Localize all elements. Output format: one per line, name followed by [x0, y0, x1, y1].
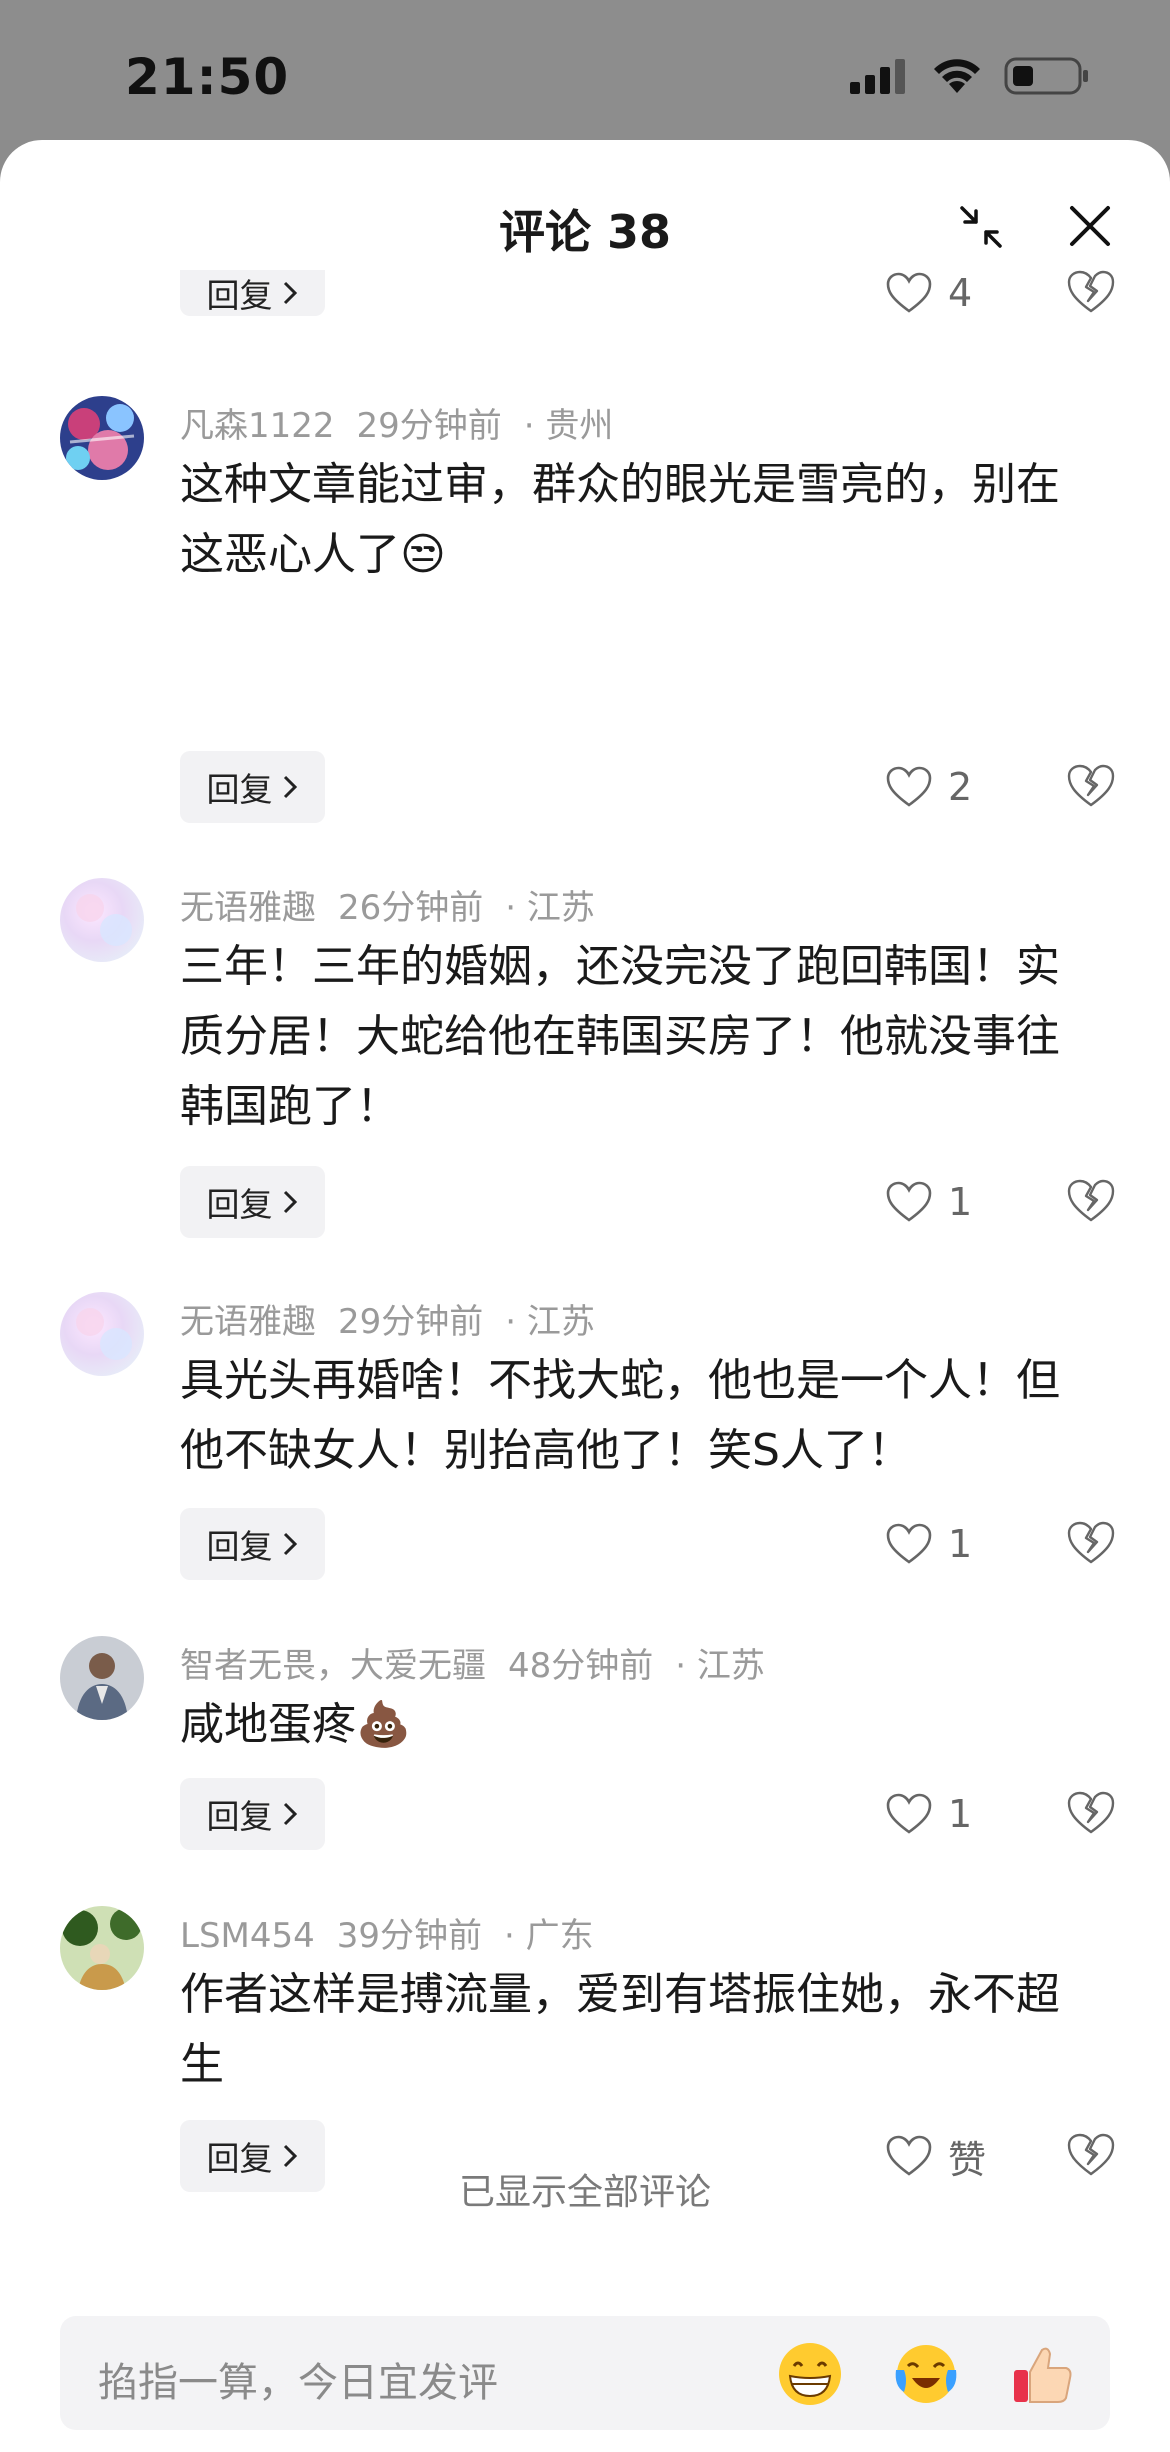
like-count: 1	[948, 1180, 973, 1224]
heart-outline-icon	[886, 1181, 932, 1222]
like-button[interactable]: 4	[886, 265, 1016, 321]
crying-laughing-emoji-icon[interactable]	[892, 2340, 960, 2408]
broken-heart-icon[interactable]	[1066, 267, 1116, 317]
avatar[interactable]	[60, 1636, 144, 1720]
comment-location: · 江苏	[505, 1302, 595, 1342]
status-icons	[850, 56, 1090, 96]
username[interactable]: 无语雅趣	[180, 1302, 316, 1342]
chevron-right-icon	[283, 1802, 297, 1826]
battery-icon	[1004, 57, 1088, 95]
cellular-signal-icon	[850, 59, 905, 94]
broken-heart-icon[interactable]	[1066, 1176, 1116, 1226]
close-icon	[1070, 206, 1110, 246]
avatar[interactable]	[60, 1292, 144, 1376]
broken-heart-icon[interactable]	[1066, 1788, 1116, 1838]
avatar-image	[60, 1906, 144, 1990]
broken-heart-icon[interactable]	[1066, 1518, 1116, 1568]
comment-time: 29分钟前	[338, 1302, 484, 1342]
reply-button[interactable]: 回复	[180, 1508, 325, 1580]
heart-outline-icon	[886, 272, 932, 313]
comment-text: 具光头再婚啥！不找大蛇，他也是一个人！但他不缺女人！别抬高他了！笑S人了！	[180, 1355, 1060, 1476]
comment-meta: 智者无畏，大爱无疆 48分钟前 · 江苏	[180, 1638, 765, 1687]
chevron-right-icon	[283, 1532, 297, 1556]
reply-label: 回复	[206, 1185, 273, 1224]
close-button[interactable]	[1064, 200, 1116, 252]
comment-time: 48分钟前	[508, 1646, 654, 1686]
comment-location: · 贵州	[523, 406, 614, 446]
status-time: 21:50	[125, 48, 290, 106]
like-button[interactable]: 2	[886, 759, 1016, 815]
comments-sheet: 评论 38 回复 4 凡森1122 29分钟前 · 贵州 这种文章能过审，群众的…	[0, 140, 1170, 2452]
avatar[interactable]	[60, 1906, 144, 1990]
avatar-image	[60, 1636, 144, 1720]
chevron-right-icon	[283, 1190, 297, 1214]
wifi-icon	[934, 59, 980, 93]
comment-text: 三年！三年的婚姻，还没完没了跑回韩国！实质分居！大蛇给他在韩国买房了！他就没事往…	[180, 941, 1060, 1132]
collapse-button[interactable]	[956, 202, 1006, 252]
avatar[interactable]	[60, 878, 144, 962]
reply-label: 回复	[206, 1797, 273, 1836]
comment-meta: LSM454 39分钟前 · 广东	[180, 1908, 594, 1957]
comment-meta: 无语雅趣 26分钟前 · 江苏	[180, 880, 595, 929]
comment-text: 这种文章能过审，群众的眼光是雪亮的，别在这恶心人了😒	[180, 459, 1060, 580]
broken-heart-icon[interactable]	[1066, 761, 1116, 811]
heart-outline-icon	[886, 1523, 932, 1564]
comment-location: · 江苏	[505, 888, 595, 928]
reply-label: 回复	[206, 276, 273, 315]
avatar-image	[60, 396, 144, 480]
avatar[interactable]	[60, 396, 144, 480]
comment-input[interactable]: 掐指一算，今日宜发评	[60, 2316, 1110, 2430]
username[interactable]: 凡森1122	[180, 406, 335, 446]
comment-meta: 凡森1122 29分钟前 · 贵州	[180, 398, 613, 447]
username[interactable]: 智者无畏，大爱无疆	[180, 1646, 486, 1686]
username[interactable]: LSM454	[180, 1916, 315, 1956]
reply-button[interactable]: 回复	[180, 751, 325, 823]
thumbs-up-emoji-icon[interactable]	[1008, 2340, 1076, 2408]
comment-input-placeholder[interactable]: 掐指一算，今日宜发评	[98, 2350, 498, 2408]
comment-time: 26分钟前	[338, 888, 484, 928]
grinning-emoji-icon[interactable]	[776, 2340, 844, 2408]
like-button[interactable]: 1	[886, 1516, 1016, 1572]
reply-button[interactable]: 回复	[180, 270, 325, 316]
status-bar: 21:50	[0, 0, 1170, 140]
reply-label: 回复	[206, 1527, 273, 1566]
like-button[interactable]: 1	[886, 1174, 1016, 1230]
all-comments-shown: 已显示全部评论	[458, 2172, 711, 2213]
heart-outline-icon	[886, 1793, 932, 1834]
avatar-image	[60, 878, 144, 962]
heart-outline-icon	[886, 766, 932, 807]
like-count: 4	[948, 271, 973, 315]
reply-button[interactable]: 回复	[180, 1778, 325, 1850]
comment-location: · 江苏	[675, 1646, 765, 1686]
username[interactable]: 无语雅趣	[180, 888, 316, 928]
like-count: 2	[948, 765, 973, 809]
chevron-right-icon	[283, 775, 297, 799]
reply-button[interactable]: 回复	[180, 1166, 325, 1238]
like-button[interactable]: 1	[886, 1786, 1016, 1842]
collapse-arrows-icon	[960, 206, 1002, 248]
chevron-right-icon	[283, 281, 297, 305]
like-count: 1	[948, 1792, 973, 1836]
comment-location: · 广东	[504, 1916, 594, 1956]
reply-label: 回复	[206, 770, 273, 809]
comment-meta: 无语雅趣 29分钟前 · 江苏	[180, 1294, 595, 1343]
comment-time: 39分钟前	[336, 1916, 483, 1956]
comment-text: 作者这样是搏流量，爱到有塔振住她，永不超生	[180, 1969, 1060, 2090]
comment-time: 29分钟前	[356, 406, 502, 446]
comment-text: 咸地蛋疼💩	[180, 1699, 411, 1750]
avatar-image	[60, 1292, 144, 1376]
like-count: 1	[948, 1522, 973, 1566]
